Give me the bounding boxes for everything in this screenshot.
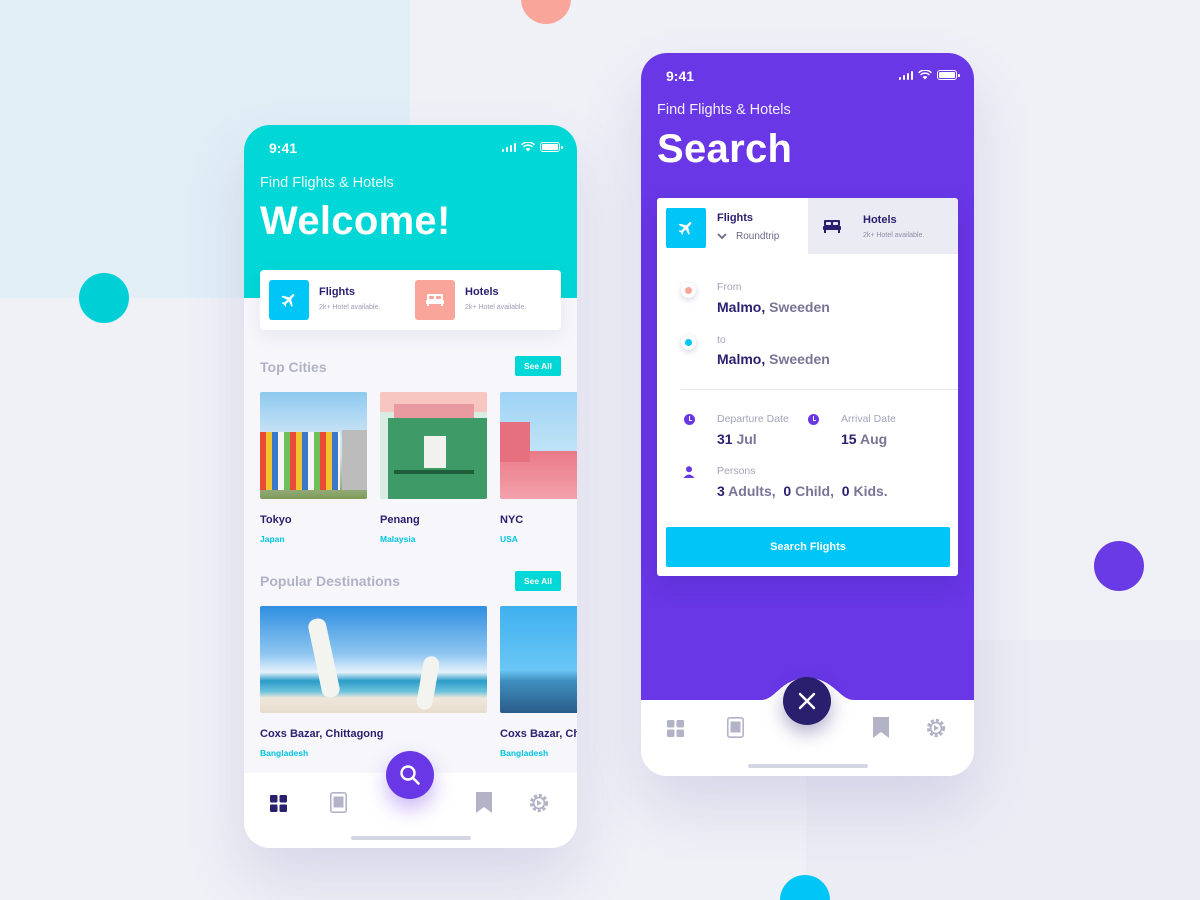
- divider: [681, 389, 958, 390]
- category-flights[interactable]: Flights 2k+ Hotel available.: [269, 280, 409, 320]
- destination-card[interactable]: Coxs Bazar, Chittagong Bangladesh: [500, 606, 577, 758]
- destination-card[interactable]: Coxs Bazar, Chittagong Bangladesh: [260, 606, 487, 758]
- origin-dot-icon: [681, 283, 696, 298]
- city-card-penang[interactable]: Penang Malaysia: [380, 392, 487, 544]
- search-flights-button[interactable]: Search Flights: [666, 527, 950, 567]
- home-indicator: [747, 764, 868, 768]
- section-title-top-cities: Top Cities: [260, 359, 327, 375]
- signal-icon: [898, 70, 913, 80]
- city-name: Tokyo: [260, 514, 292, 526]
- battery-icon: [540, 142, 563, 152]
- to-value[interactable]: Malmo, Sweeden: [717, 351, 830, 367]
- bed-icon: [415, 280, 455, 320]
- battery-icon: [937, 70, 960, 80]
- destination-dot-icon: [681, 335, 696, 350]
- wifi-icon: [918, 70, 932, 80]
- persons-value[interactable]: 3 Adults, 0 Child, 0 Kids.: [717, 483, 888, 499]
- city-card-tokyo[interactable]: Tokyo Japan: [260, 392, 367, 544]
- category-card: Flights 2k+ Hotel available. Hotels 2k+ …: [260, 270, 561, 330]
- destination-country: Bangladesh: [500, 748, 549, 758]
- destination-image: [260, 606, 487, 713]
- category-label: Flights: [319, 286, 356, 298]
- plane-icon: [269, 280, 309, 320]
- from-label: From: [717, 281, 742, 293]
- destination-image: [500, 606, 577, 713]
- from-value[interactable]: Malmo, Sweeden: [717, 299, 830, 315]
- plane-icon: [666, 208, 706, 248]
- tab-label: Hotels: [863, 214, 897, 226]
- settings-icon[interactable]: [527, 791, 551, 815]
- city-name: Penang: [380, 514, 420, 526]
- decor-dot: [521, 0, 571, 24]
- status-time: 9:41: [666, 68, 695, 84]
- close-icon: [798, 692, 816, 710]
- category-sub: 2k+ Hotel available.: [465, 304, 527, 311]
- departure-label: Departure Date: [717, 413, 789, 425]
- tab-sub: 2k+ Hotel available.: [863, 232, 925, 239]
- grid-icon[interactable]: [667, 720, 684, 737]
- departure-value[interactable]: 31 Jul: [717, 431, 757, 447]
- city-image: [500, 392, 577, 499]
- wifi-icon: [521, 142, 535, 152]
- category-sub: 2k+ Hotel available.: [319, 304, 381, 311]
- document-icon[interactable]: [330, 792, 347, 813]
- clock-icon: [808, 414, 819, 425]
- category-label: Hotels: [465, 286, 499, 298]
- destination-country: Bangladesh: [260, 748, 309, 758]
- city-country: Malaysia: [380, 534, 416, 544]
- trip-type[interactable]: Roundtrip: [736, 231, 779, 242]
- document-icon[interactable]: [727, 717, 744, 738]
- decor-dot: [1094, 541, 1144, 591]
- search-icon: [400, 765, 420, 785]
- signal-icon: [501, 142, 516, 152]
- status-time: 9:41: [269, 140, 298, 156]
- home-indicator: [350, 836, 471, 840]
- city-image: [260, 392, 367, 499]
- bed-icon: [823, 220, 841, 233]
- search-card: Flights Roundtrip Hotels 2k+ Hotel avail…: [657, 198, 958, 576]
- tab-hotels[interactable]: Hotels 2k+ Hotel available.: [808, 198, 958, 254]
- city-country: Japan: [260, 534, 285, 544]
- search-fab[interactable]: [386, 751, 434, 799]
- home-screen: 9:41 Find Flights & Hotels Welcome! Flig…: [244, 125, 577, 848]
- tab-label: Flights: [717, 212, 754, 224]
- grid-icon[interactable]: [270, 795, 287, 812]
- tab-flights[interactable]: Flights Roundtrip: [657, 198, 808, 254]
- city-country: USA: [500, 534, 518, 544]
- category-hotels[interactable]: Hotels 2k+ Hotel available.: [415, 280, 555, 320]
- arrival-label: Arrival Date: [841, 413, 896, 425]
- search-screen: 9:41 Find Flights & Hotels Search Flight…: [641, 53, 974, 776]
- destination-name: Coxs Bazar, Chittagong: [260, 728, 384, 740]
- see-all-button[interactable]: See All: [515, 356, 561, 376]
- city-name: NYC: [500, 514, 524, 526]
- page-subtitle: Find Flights & Hotels: [657, 102, 791, 118]
- page-subtitle: Find Flights & Hotels: [260, 175, 394, 191]
- to-label: to: [717, 334, 726, 346]
- bookmark-icon[interactable]: [476, 792, 492, 813]
- close-fab[interactable]: [783, 677, 831, 725]
- see-all-button[interactable]: See All: [515, 571, 561, 591]
- status-bar: 9:41: [641, 53, 974, 99]
- arrival-value[interactable]: 15 Aug: [841, 431, 887, 447]
- destination-name: Coxs Bazar, Chittagong: [500, 728, 577, 740]
- chevron-down-icon: [717, 233, 727, 240]
- bookmark-icon[interactable]: [873, 717, 889, 738]
- status-bar: 9:41: [244, 125, 577, 171]
- city-card-nyc[interactable]: NYC USA: [500, 392, 577, 544]
- persons-label: Persons: [717, 465, 756, 477]
- person-icon: [683, 466, 695, 478]
- page-title: Welcome!: [260, 199, 451, 243]
- page-title: Search: [657, 127, 793, 171]
- section-title-popular: Popular Destinations: [260, 573, 401, 589]
- decor-dot: [79, 273, 129, 323]
- city-image: [380, 392, 487, 499]
- settings-icon[interactable]: [924, 716, 948, 740]
- clock-icon: [684, 414, 695, 425]
